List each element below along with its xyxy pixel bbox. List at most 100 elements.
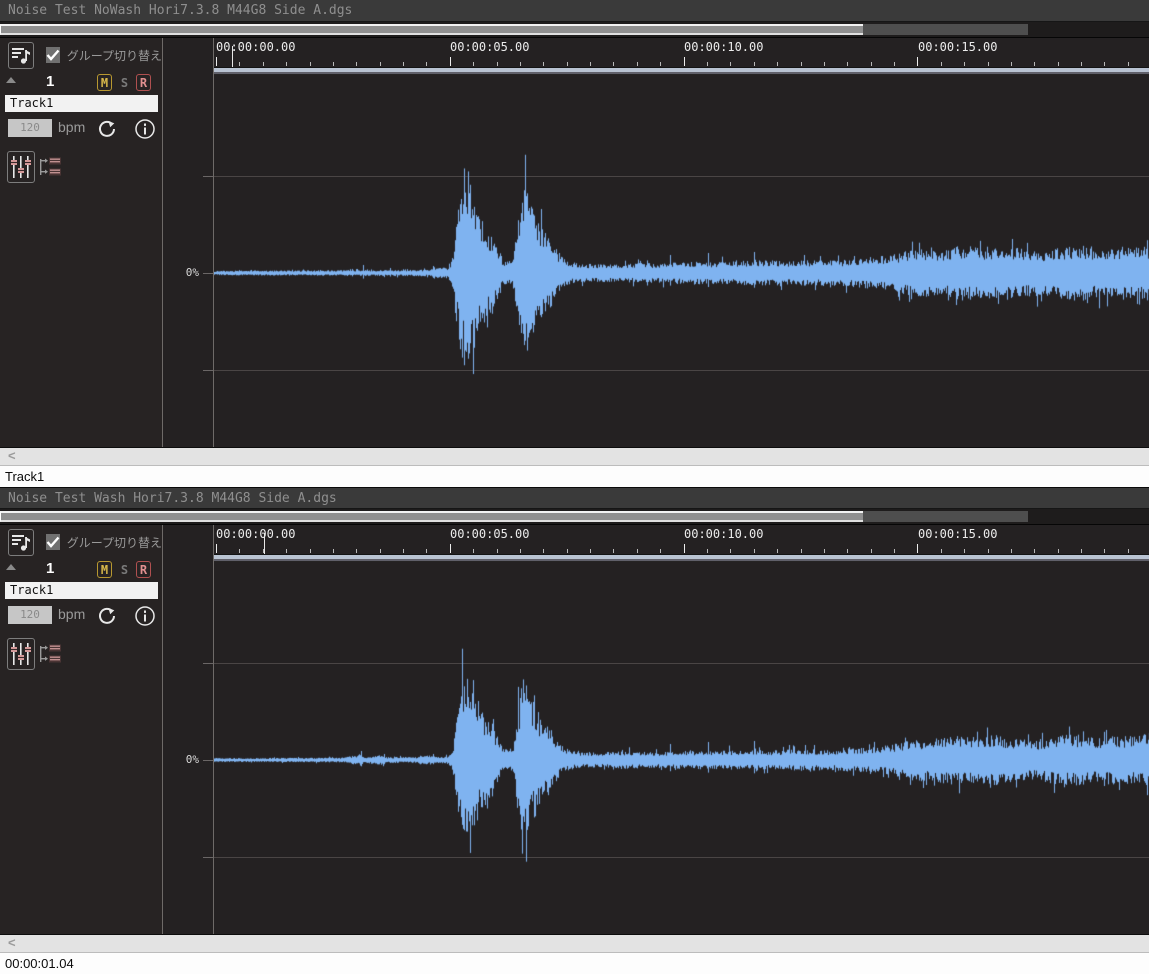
track-header: 1 M S R <box>0 559 162 580</box>
track-header: 1 M S R <box>0 72 162 93</box>
track-name-input[interactable]: Track1 <box>5 582 158 599</box>
ruler-tick <box>613 549 614 553</box>
bpm-input[interactable]: 120 <box>8 119 52 137</box>
mixer-row <box>0 151 162 187</box>
editor-window-nowash: Noise Test NoWash Hori7.3.8 M44G8 Side A… <box>0 0 1149 487</box>
ruler-timestamp: 00:00:05.00 <box>450 527 529 541</box>
track-name-input[interactable]: Track1 <box>5 95 158 112</box>
routing-icon[interactable] <box>38 644 64 666</box>
ruler-tick <box>403 62 404 66</box>
chevron-left-icon[interactable]: < <box>8 448 16 463</box>
ruler-tick <box>988 62 989 66</box>
refresh-button[interactable] <box>96 118 118 140</box>
time-ruler-ticks[interactable] <box>214 543 1149 554</box>
scrollbar-thumb[interactable] <box>0 511 863 522</box>
solo-button[interactable]: S <box>117 74 132 91</box>
track-list-button[interactable] <box>8 529 34 556</box>
collapse-bar[interactable]: < <box>0 447 1149 465</box>
ruler-tick <box>730 549 731 553</box>
horizontal-scrollbar[interactable] <box>0 509 1149 525</box>
clip-region-bar[interactable] <box>214 554 1149 562</box>
ruler-tick <box>426 549 427 553</box>
ruler-tick <box>1104 549 1105 553</box>
check-icon <box>46 49 60 61</box>
ruler-tick <box>263 62 264 66</box>
waveform-canvas[interactable] <box>214 75 1149 447</box>
ruler-timestamp: 00:00:10.00 <box>684 527 763 541</box>
ruler-timestamp: 00:00:15.00 <box>918 527 997 541</box>
ruler-tick <box>450 57 451 66</box>
scale-tick <box>203 176 213 177</box>
ruler-tick <box>871 62 872 66</box>
zero-percent-label: 0% <box>186 753 199 766</box>
record-button[interactable]: R <box>136 561 151 578</box>
ruler-tick <box>637 549 638 553</box>
time-ruler[interactable]: 00:00:00.0000:00:05.0000:00:10.0000:00:1… <box>214 38 1149 56</box>
ruler-tick <box>310 549 311 553</box>
waveform-display[interactable] <box>214 562 1149 934</box>
ruler-tick <box>730 62 731 66</box>
info-button[interactable] <box>134 118 156 140</box>
group-toggle-checkbox[interactable] <box>46 534 60 550</box>
ruler-tick <box>684 544 685 553</box>
ruler-tick <box>473 549 474 553</box>
bpm-input[interactable]: 120 <box>8 606 52 624</box>
ruler-tick <box>1058 62 1059 66</box>
ruler-tick <box>637 62 638 66</box>
mute-button[interactable]: M <box>97 561 112 578</box>
refresh-icon <box>96 605 118 627</box>
waveform-column: 00:00:00.0000:00:05.0000:00:10.0000:00:1… <box>213 525 1149 934</box>
ruler-tick <box>754 549 755 553</box>
waveform-display[interactable] <box>214 75 1149 447</box>
clip-region-bar[interactable] <box>214 67 1149 75</box>
group-toggle-checkbox[interactable] <box>46 47 60 63</box>
refresh-button[interactable] <box>96 605 118 627</box>
ruler-tick <box>1034 549 1035 553</box>
mixer-button[interactable] <box>7 151 35 183</box>
amplitude-scale: 0% <box>163 38 213 447</box>
ruler-tick <box>684 57 685 66</box>
collapse-bar[interactable]: < <box>0 934 1149 952</box>
playhead-cursor[interactable] <box>264 533 265 554</box>
ruler-tick <box>1034 62 1035 66</box>
ruler-tick <box>801 549 802 553</box>
scale-tick <box>203 663 213 664</box>
ruler-tick <box>426 62 427 66</box>
playhead-cursor[interactable] <box>232 46 233 67</box>
mixer-row <box>0 638 162 674</box>
scrollbar-thumb[interactable] <box>0 24 863 35</box>
ruler-tick <box>380 549 381 553</box>
ruler-tick <box>286 62 287 66</box>
track-panel: グループ切り替え 1 M S R Track1 120 bpm <box>0 525 163 934</box>
routing-icon[interactable] <box>38 157 64 179</box>
collapse-triangle-icon[interactable] <box>6 77 16 83</box>
solo-button[interactable]: S <box>117 561 132 578</box>
horizontal-scrollbar[interactable] <box>0 22 1149 38</box>
ruler-tick <box>543 62 544 66</box>
zero-percent-label: 0% <box>186 266 199 279</box>
mute-button[interactable]: M <box>97 74 112 91</box>
ruler-timestamp: 00:00:00.00 <box>216 40 295 54</box>
ruler-tick <box>871 549 872 553</box>
ruler-tick <box>988 549 989 553</box>
bpm-label: bpm <box>58 119 85 135</box>
faders-icon <box>10 641 32 667</box>
scale-tick <box>203 273 213 274</box>
group-toggle-label: グループ切り替え <box>67 47 162 64</box>
track-list-button[interactable] <box>8 42 34 69</box>
editor-window-wash: Noise Test Wash Hori7.3.8 M44G8 Side A.d… <box>0 487 1149 974</box>
ruler-tick <box>707 62 708 66</box>
ruler-tick <box>286 549 287 553</box>
record-button[interactable]: R <box>136 74 151 91</box>
ruler-tick <box>660 549 661 553</box>
time-ruler[interactable]: 00:00:00.0000:00:05.0000:00:10.0000:00:1… <box>214 525 1149 543</box>
mixer-button[interactable] <box>7 638 35 670</box>
waveform-canvas[interactable] <box>214 562 1149 934</box>
ruler-tick <box>403 549 404 553</box>
collapse-triangle-icon[interactable] <box>6 564 16 570</box>
ruler-timestamp: 00:00:15.00 <box>918 40 997 54</box>
info-button[interactable] <box>134 605 156 627</box>
ruler-tick <box>239 62 240 66</box>
time-ruler-ticks[interactable] <box>214 56 1149 67</box>
chevron-left-icon[interactable]: < <box>8 935 16 950</box>
